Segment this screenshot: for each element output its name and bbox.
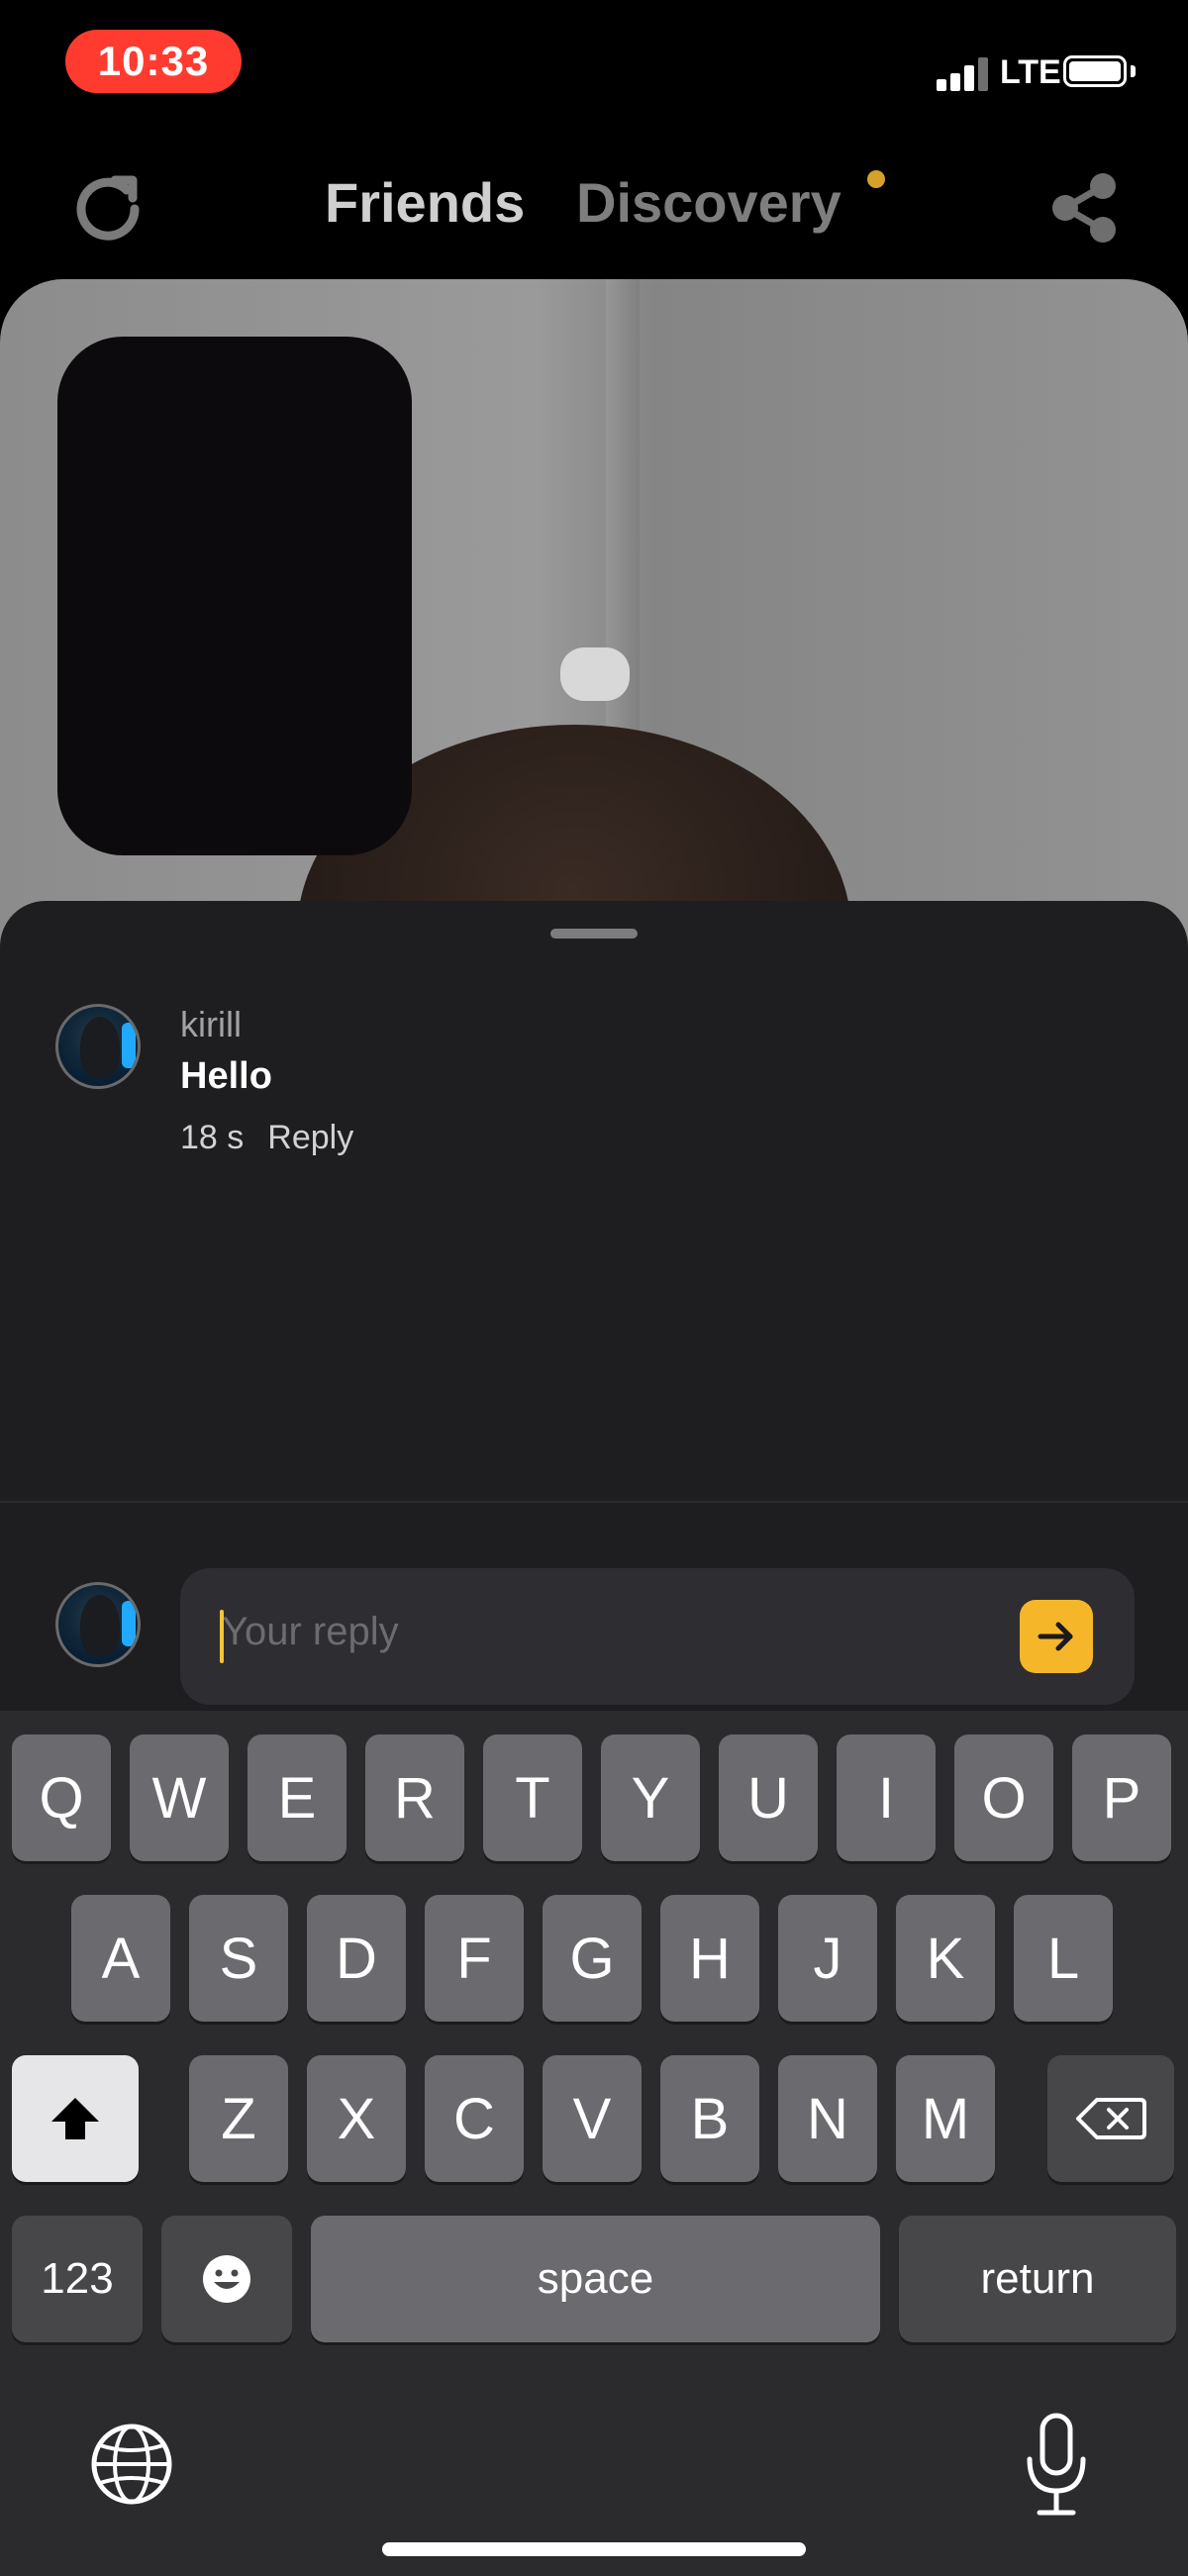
- comment-age: 18 s: [180, 1119, 245, 1156]
- refresh-icon[interactable]: [65, 166, 150, 251]
- key-r[interactable]: R: [365, 1734, 464, 1861]
- key-e[interactable]: E: [248, 1734, 346, 1861]
- key-b[interactable]: B: [660, 2055, 759, 2182]
- key-x[interactable]: X: [307, 2055, 406, 2182]
- emoji-icon: [203, 2255, 250, 2303]
- space-key[interactable]: space: [311, 2216, 880, 2342]
- battery-tip: [1131, 65, 1136, 77]
- comment-meta: 18 s Reply: [180, 1119, 353, 1157]
- key-f[interactable]: F: [425, 1895, 524, 2022]
- reply-placeholder: Your reply: [222, 1610, 399, 1653]
- reply-input[interactable]: Your reply: [180, 1568, 1135, 1705]
- status-time[interactable]: 10:33: [65, 30, 242, 93]
- sheet-grabber[interactable]: [550, 929, 638, 939]
- front-camera-inset[interactable]: [57, 337, 412, 855]
- key-p[interactable]: P: [1072, 1734, 1171, 1861]
- key-y[interactable]: Y: [601, 1734, 700, 1861]
- avatar: [55, 1582, 141, 1667]
- arrow-right-icon: [1038, 1622, 1073, 1651]
- emoji-key[interactable]: [161, 2216, 292, 2342]
- key-u[interactable]: U: [719, 1734, 818, 1861]
- shift-key[interactable]: [12, 2055, 139, 2182]
- key-a[interactable]: A: [71, 1895, 170, 2022]
- microphone-icon[interactable]: [1022, 2410, 1091, 2521]
- key-t[interactable]: T: [483, 1734, 582, 1861]
- top-nav: Friends Discovery: [0, 139, 1188, 277]
- key-o[interactable]: O: [954, 1734, 1053, 1861]
- key-c[interactable]: C: [425, 2055, 524, 2182]
- key-v[interactable]: V: [543, 2055, 642, 2182]
- key-l[interactable]: L: [1014, 1895, 1113, 2022]
- key-i[interactable]: I: [837, 1734, 936, 1861]
- cellular-signal-icon: [937, 57, 992, 91]
- key-j[interactable]: J: [778, 1895, 877, 2022]
- key-d[interactable]: D: [307, 1895, 406, 2022]
- key-w[interactable]: W: [130, 1734, 229, 1861]
- return-key[interactable]: return: [899, 2216, 1176, 2342]
- key-z[interactable]: Z: [189, 2055, 288, 2182]
- key-s[interactable]: S: [189, 1895, 288, 2022]
- key-h[interactable]: H: [660, 1895, 759, 2022]
- globe-icon[interactable]: [85, 2418, 178, 2511]
- numbers-key[interactable]: 123: [12, 2216, 143, 2342]
- divider: [0, 1501, 1188, 1503]
- reply-composer: Your reply: [0, 1554, 1188, 1705]
- delete-key[interactable]: [1047, 2055, 1174, 2182]
- shift-icon: [51, 2098, 99, 2139]
- photo-wall-camera: [560, 647, 630, 701]
- text-cursor: [220, 1610, 224, 1663]
- comment-username[interactable]: kirill: [180, 1004, 242, 1045]
- comment-text: Hello: [180, 1055, 272, 1097]
- battery-icon: [1063, 55, 1127, 87]
- home-indicator[interactable]: [382, 2542, 806, 2556]
- key-q[interactable]: Q: [12, 1734, 111, 1861]
- network-type: LTE: [1000, 53, 1061, 91]
- status-bar: 10:33 LTE: [0, 0, 1188, 139]
- tab-friends[interactable]: Friends: [325, 170, 525, 235]
- send-button[interactable]: [1020, 1600, 1093, 1673]
- key-g[interactable]: G: [543, 1895, 642, 2022]
- share-icon[interactable]: [1045, 168, 1125, 248]
- tab-discovery[interactable]: Discovery: [576, 170, 842, 235]
- discovery-badge-dot: [867, 170, 885, 188]
- backspace-icon: [1076, 2098, 1146, 2139]
- key-n[interactable]: N: [778, 2055, 877, 2182]
- key-m[interactable]: M: [896, 2055, 995, 2182]
- keyboard: Q W E R T Y U I O P A S D F G H J K L Z …: [0, 1711, 1188, 2576]
- reply-link[interactable]: Reply: [267, 1119, 353, 1157]
- avatar[interactable]: [55, 1004, 141, 1089]
- key-k[interactable]: K: [896, 1895, 995, 2022]
